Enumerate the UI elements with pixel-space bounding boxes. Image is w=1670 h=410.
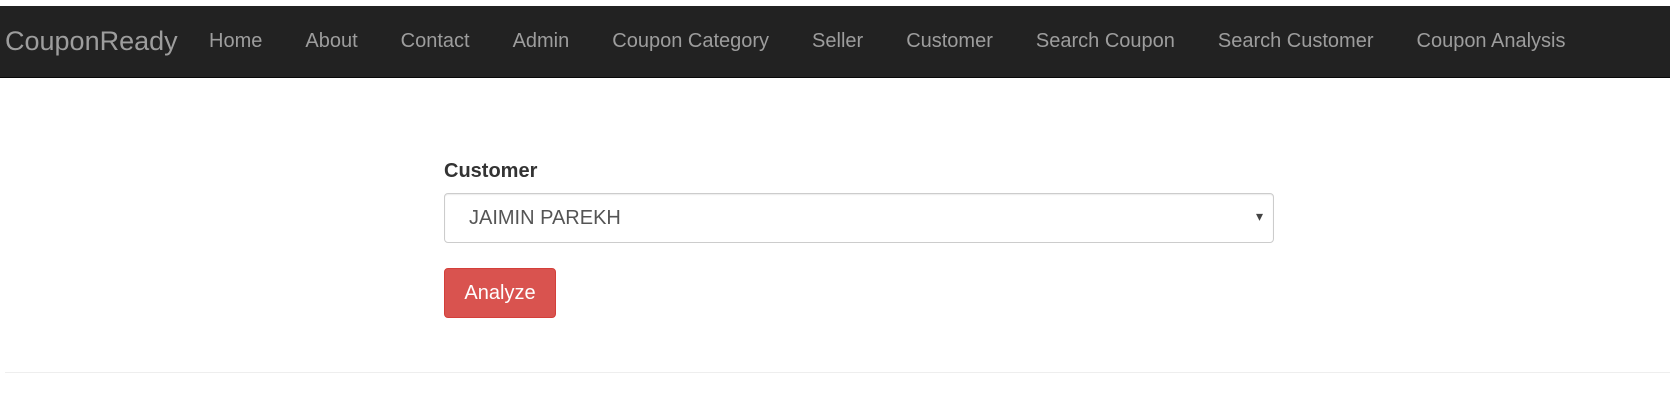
chevron-down-icon: ▾	[1255, 208, 1263, 224]
nav-item-contact[interactable]: Contact	[401, 30, 513, 53]
customer-analysis-form: Customer JAIMIN PAREKH ▾ Analyze	[444, 160, 1274, 318]
nav-item-coupon-category[interactable]: Coupon Category	[612, 30, 812, 53]
page: CouponReady Home About Contact Admin Cou…	[0, 0, 1670, 410]
customer-select[interactable]: JAIMIN PAREKH ▾	[444, 193, 1274, 243]
brand-link[interactable]: CouponReady	[0, 26, 209, 57]
nav-item-coupon-analysis[interactable]: Coupon Analysis	[1417, 30, 1566, 53]
nav-item-admin[interactable]: Admin	[513, 30, 613, 53]
nav-menu: Home About Contact Admin Coupon Category…	[209, 6, 1565, 77]
footer-divider	[5, 372, 1670, 373]
analyze-button[interactable]: Analyze	[444, 268, 556, 318]
nav-item-search-coupon[interactable]: Search Coupon	[1036, 30, 1218, 53]
customer-label: Customer	[444, 160, 538, 182]
nav-item-seller[interactable]: Seller	[812, 30, 906, 53]
nav-item-home[interactable]: Home	[209, 30, 305, 53]
nav-item-about[interactable]: About	[305, 30, 400, 53]
customer-select-value: JAIMIN PAREKH	[469, 207, 621, 229]
nav-item-customer[interactable]: Customer	[906, 30, 1036, 53]
nav-item-search-customer[interactable]: Search Customer	[1218, 30, 1417, 53]
top-navbar: CouponReady Home About Contact Admin Cou…	[0, 6, 1670, 78]
